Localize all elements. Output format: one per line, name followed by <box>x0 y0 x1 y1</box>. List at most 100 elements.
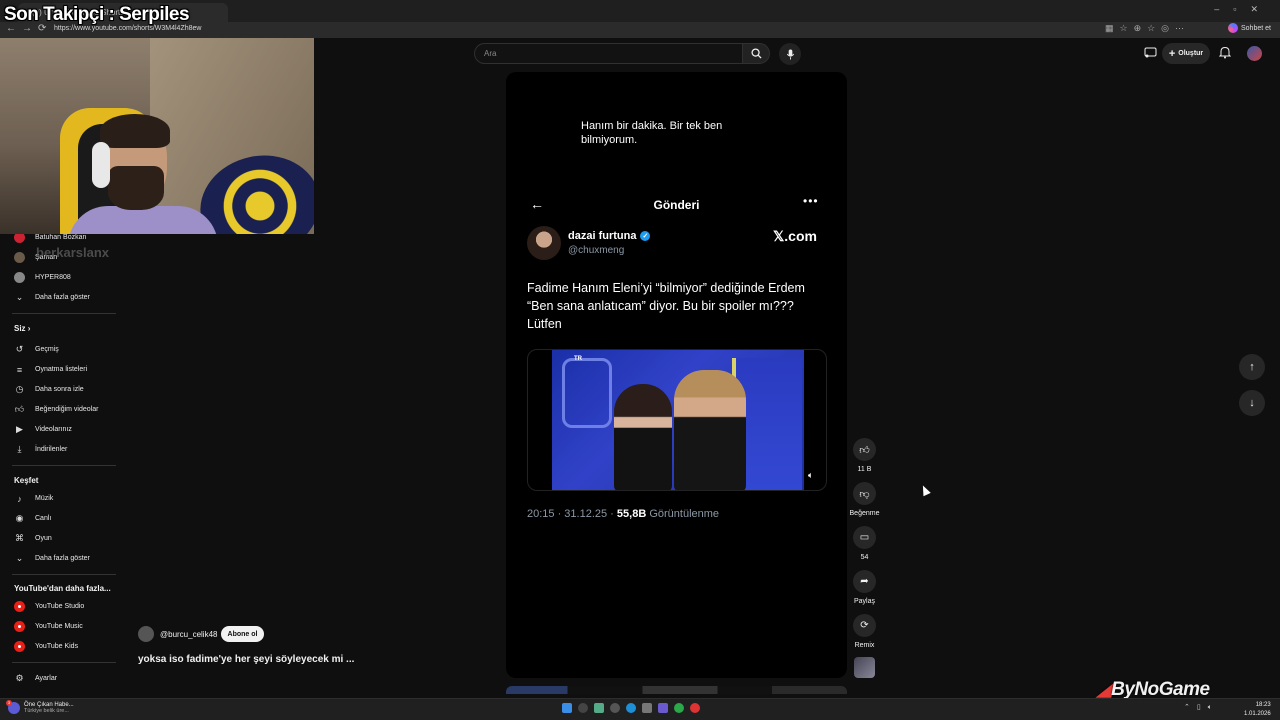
sidebar-item-your-videos[interactable]: ▶ Videolarınız <box>14 424 72 435</box>
chat-button[interactable]: Sohbet et <box>1228 23 1271 33</box>
bell-icon[interactable] <box>1218 46 1232 64</box>
clock-date: 1.01.2026 <box>1244 711 1271 717</box>
app-icon[interactable] <box>642 703 652 713</box>
sidebar-item-playlists[interactable]: ≡ Oynatma listeleri <box>14 364 87 375</box>
streamer-shirt <box>68 206 218 234</box>
tv-still: TR <box>552 350 804 490</box>
search-icon[interactable] <box>578 703 588 713</box>
sidebar-item-gaming[interactable]: ⌘ Oyun <box>14 533 52 544</box>
clock[interactable]: 18:23 1.01.2026 <box>1244 701 1271 719</box>
url-field[interactable]: https://www.youtube.com/shorts/W3M4l4Zh8… <box>54 25 201 32</box>
like-action[interactable]: 👍︎ 11 B <box>852 438 877 473</box>
comment-icon[interactable]: ▭ <box>853 526 876 549</box>
gamepad-icon: ⌘ <box>15 533 24 543</box>
gear-icon: ⚙ <box>15 673 24 683</box>
you-heading-label: Siz <box>14 324 26 333</box>
subscription-item[interactable]: HYPER808 <box>14 272 71 283</box>
sidebar-item-downloads[interactable]: ⤓ İndirilenler <box>14 444 68 455</box>
show-more-explore[interactable]: ⌄ Daha fazla göster <box>14 553 90 564</box>
news-subtitle: Türkiye belik üre... <box>24 708 69 714</box>
show-more-subscriptions[interactable]: ⌄ Daha fazla göster <box>14 292 90 303</box>
channel-avatar <box>14 252 25 263</box>
search-button[interactable] <box>742 43 770 64</box>
verified-badge-icon: ✓ <box>640 231 651 241</box>
chat-label: Sohbet et <box>1241 24 1271 32</box>
sound-thumbnail[interactable] <box>854 657 875 678</box>
channel-handle[interactable]: @burcu_celik48 <box>160 630 217 639</box>
channel-avatar <box>14 272 25 283</box>
back-arrow-icon: ← <box>530 196 544 212</box>
thumbs-up-icon[interactable]: 👍︎ <box>853 438 876 461</box>
short-title[interactable]: yoksa iso fadime'ye her şeyi söyleyecek … <box>138 654 354 665</box>
subscribe-button[interactable]: Abone ol <box>221 626 264 642</box>
tweet-author-avatar <box>527 226 561 260</box>
create-button[interactable]: + Oluştur <box>1162 43 1210 64</box>
sidebar-item-live[interactable]: ◉ Canlı <box>14 513 52 524</box>
sidebar-item-label: Geçmiş <box>35 346 59 353</box>
contestant-man <box>674 370 746 490</box>
taskbar-apps <box>562 703 700 713</box>
tweet-timestamp: 20:15 · 31.12.25 · <box>527 508 617 520</box>
window-controls[interactable]: –▫✕ <box>1214 4 1272 15</box>
arrow-down-icon: ↓ <box>1249 397 1255 409</box>
divider <box>12 465 116 466</box>
extension-icons[interactable]: ▦☆⊕☆◎⋯ <box>1105 23 1190 34</box>
app-icon[interactable] <box>674 703 684 713</box>
news-icon: 3 <box>6 700 20 714</box>
clock-icon: ◷ <box>15 384 24 394</box>
sidebar-item-music-app[interactable]: YouTube Music <box>14 621 83 632</box>
app-icon[interactable] <box>690 703 700 713</box>
share-action[interactable]: ➦ Paylaş <box>852 570 877 605</box>
next-short-preview[interactable] <box>506 686 847 694</box>
thumbs-down-icon[interactable]: 👎︎ <box>853 482 876 505</box>
sidebar-item-watch-later[interactable]: ◷ Daha sonra izle <box>14 384 84 395</box>
sidebar-item-studio[interactable]: YouTube Studio <box>14 601 84 612</box>
dislike-label: Beğenme <box>849 510 880 517</box>
share-icon[interactable]: ➦ <box>853 570 876 593</box>
mic-icon <box>786 48 794 60</box>
voice-search-button[interactable] <box>779 43 801 65</box>
news-widget[interactable]: 3 Öne Çıkan Habe... Türkiye belik üre... <box>6 700 74 714</box>
sidebar-item-label: Daha sonra izle <box>35 386 84 393</box>
comment-action[interactable]: ▭ 54 <box>852 526 877 561</box>
divider <box>12 574 116 575</box>
sidebar-item-kids[interactable]: YouTube Kids <box>14 641 78 652</box>
avatar[interactable] <box>1247 46 1262 61</box>
sidebar-item-music[interactable]: ♪ Müzik <box>14 493 53 504</box>
tweet-author-name: dazai furtuna ✓ <box>568 230 651 242</box>
remix-icon[interactable]: ⟳ <box>853 614 876 637</box>
studio-panel <box>562 358 612 428</box>
start-icon[interactable] <box>562 703 572 713</box>
next-short-button[interactable]: ↓ <box>1239 390 1265 416</box>
sidebar-item-history[interactable]: ↺ Geçmiş <box>14 344 59 355</box>
previous-short-button[interactable]: ↑ <box>1239 354 1265 380</box>
app-icon[interactable] <box>610 703 620 713</box>
short-player[interactable]: Hanım bir dakika. Bir tek ben bilmiyorum… <box>506 72 847 678</box>
app-icon[interactable] <box>658 703 668 713</box>
video-icon: ▶ <box>16 424 23 434</box>
sidebar-item-label: Oynatma listeleri <box>35 366 88 373</box>
sidebar-item-liked[interactable]: 👍︎ Beğendiğim videolar <box>14 404 99 415</box>
sidebar-item-settings[interactable]: ⚙ Ayarlar <box>14 673 57 684</box>
copilot-icon <box>1228 23 1238 33</box>
sidebar-item-label: YouTube Kids <box>35 643 79 650</box>
edge-icon[interactable] <box>626 703 636 713</box>
system-tray[interactable]: ⌃▯🔈︎ <box>1184 703 1219 712</box>
chevron-right-icon: › <box>27 324 31 333</box>
watermark-part-b: Game <box>1158 679 1210 700</box>
remix-action[interactable]: ⟳ Remix <box>852 614 877 649</box>
sidebar-item-label: Müzik <box>35 495 54 502</box>
search-input[interactable]: Ara <box>474 43 742 64</box>
you-heading[interactable]: Siz › <box>14 324 30 333</box>
cast-icon[interactable] <box>1144 46 1158 60</box>
live-icon: ◉ <box>15 513 24 523</box>
like-count: 11 B <box>857 466 872 473</box>
post-header-title: Gönderi <box>653 198 700 212</box>
app-icon[interactable] <box>594 703 604 713</box>
sidebar-item-label: Oyun <box>35 535 52 542</box>
divider <box>12 313 116 314</box>
channel-avatar[interactable] <box>138 626 154 642</box>
clock-time: 18:23 <box>1255 702 1271 708</box>
more-icon: ••• <box>803 194 819 208</box>
dislike-action[interactable]: 👎︎ Beğenme <box>849 482 880 517</box>
